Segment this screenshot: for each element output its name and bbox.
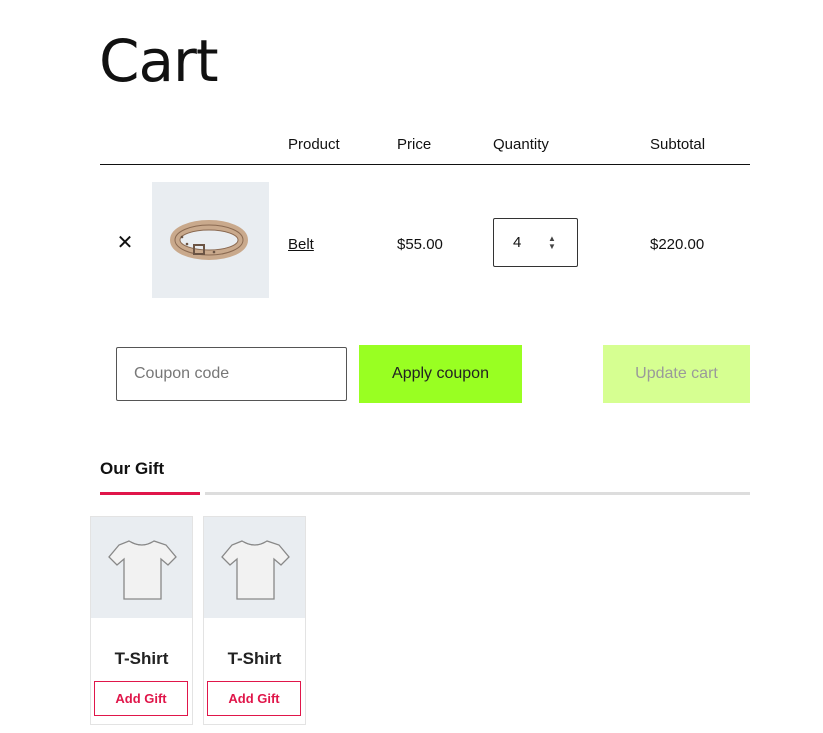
tab-active-indicator: [100, 492, 200, 495]
gift-image: [204, 517, 305, 618]
item-price: $55.00: [397, 236, 443, 253]
apply-coupon-button[interactable]: Apply coupon: [359, 345, 522, 403]
tshirt-image: [221, 540, 290, 600]
tab-track: [205, 492, 750, 495]
add-gift-button[interactable]: Add Gift: [94, 681, 188, 716]
product-link[interactable]: Belt: [288, 236, 314, 253]
gift-card: T-Shirt Add Gift: [203, 516, 306, 725]
header-divider: [100, 164, 750, 165]
cart-table: Product Price Quantity Subtotal ✕ Belt $…: [100, 130, 750, 320]
gift-name: T-Shirt: [227, 649, 282, 668]
page-title: Cart: [99, 27, 219, 95]
gift-card: T-Shirt Add Gift: [90, 516, 193, 725]
quantity-stepper[interactable]: 4 ▲ ▼: [493, 218, 578, 267]
coupon-code-input[interactable]: [116, 347, 347, 401]
column-header-price: Price: [397, 136, 432, 153]
column-header-product: Product: [288, 136, 340, 153]
gift-image: [91, 517, 192, 618]
belt-image: [170, 220, 248, 260]
add-gift-button[interactable]: Add Gift: [207, 681, 301, 716]
remove-item-icon[interactable]: ✕: [115, 233, 135, 253]
product-thumbnail[interactable]: [152, 182, 269, 298]
quantity-value: 4: [513, 234, 522, 251]
gift-name: T-Shirt: [114, 649, 169, 668]
update-cart-button[interactable]: Update cart: [603, 345, 750, 403]
spinner-arrows-icon[interactable]: ▲ ▼: [547, 235, 557, 253]
column-header-quantity: Quantity: [493, 136, 549, 153]
tshirt-image: [108, 540, 177, 600]
tab-our-gift[interactable]: Our Gift: [100, 459, 164, 479]
item-subtotal: $220.00: [650, 236, 705, 253]
column-header-subtotal: Subtotal: [650, 136, 706, 153]
